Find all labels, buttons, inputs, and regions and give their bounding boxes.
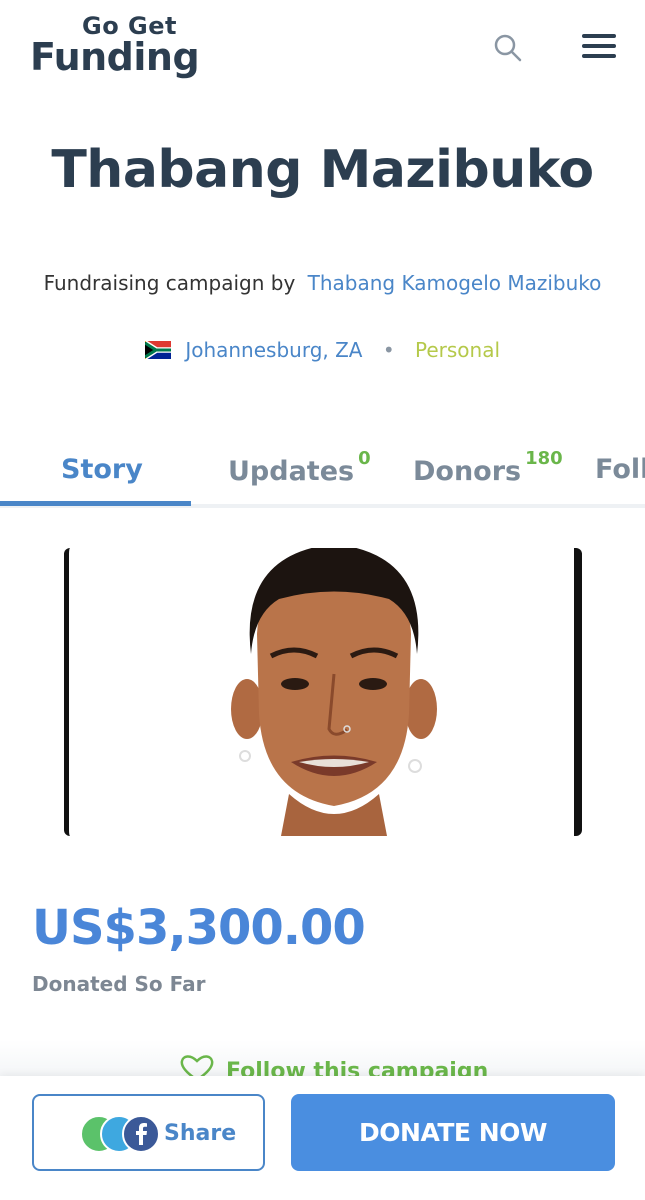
campaign-tabs: Story Updates0 Donors180 Followers [0,440,645,508]
search-button[interactable] [492,32,524,64]
donate-now-button[interactable]: DONATE NOW [291,1094,615,1171]
byline-prefix: Fundraising campaign by [43,271,296,295]
hamburger-menu-icon-line [582,44,616,48]
logo-line-2: Funding [30,35,200,79]
bottom-action-bar: Share DONATE NOW [0,1076,645,1200]
meta-separator: • [382,338,395,362]
tab-updates-count: 0 [358,448,371,469]
campaign-meta: Johannesburg, ZA • Personal [0,338,645,362]
campaign-image[interactable] [64,548,582,836]
search-icon [494,34,522,62]
facebook-icon [122,1115,160,1153]
tab-donors-label: Donors [413,456,522,487]
tab-story[interactable]: Story [61,454,143,485]
active-tab-indicator [0,501,191,506]
tab-donors[interactable]: Donors 180 [413,448,563,487]
tab-updates-label: Updates [228,456,355,487]
menu-button[interactable] [582,34,616,62]
share-icons [80,1115,170,1153]
share-button[interactable]: Share [32,1094,265,1171]
gogetfunding-logo[interactable]: Go Get Funding [30,14,200,79]
location-link[interactable]: Johannesburg, ZA [185,338,362,362]
tab-followers[interactable]: Followers [595,454,645,485]
tab-story-label: Story [61,454,143,485]
hamburger-menu-icon-line [582,54,616,58]
tab-donors-count: 180 [525,448,563,469]
campaign-title: Thabang Mazibuko [51,140,594,200]
donated-amount: US$3,300.00 [32,900,366,956]
campaign-photo-portrait [231,548,437,836]
tab-updates[interactable]: Updates 0 [228,448,371,487]
organizer-link[interactable]: Thabang Kamogelo Mazibuko [308,271,602,295]
share-label: Share [164,1121,237,1146]
category-link[interactable]: Personal [415,338,500,362]
hamburger-menu-icon [582,34,616,38]
facebook-f-glyph [136,1123,147,1145]
south-africa-flag-icon [144,341,171,359]
donated-label: Donated So Far [32,972,206,996]
site-header: Go Get Funding [0,0,645,100]
campaign-byline: Fundraising campaign by Thabang Kamogelo… [0,271,645,295]
tab-followers-label: Followers [595,454,645,485]
